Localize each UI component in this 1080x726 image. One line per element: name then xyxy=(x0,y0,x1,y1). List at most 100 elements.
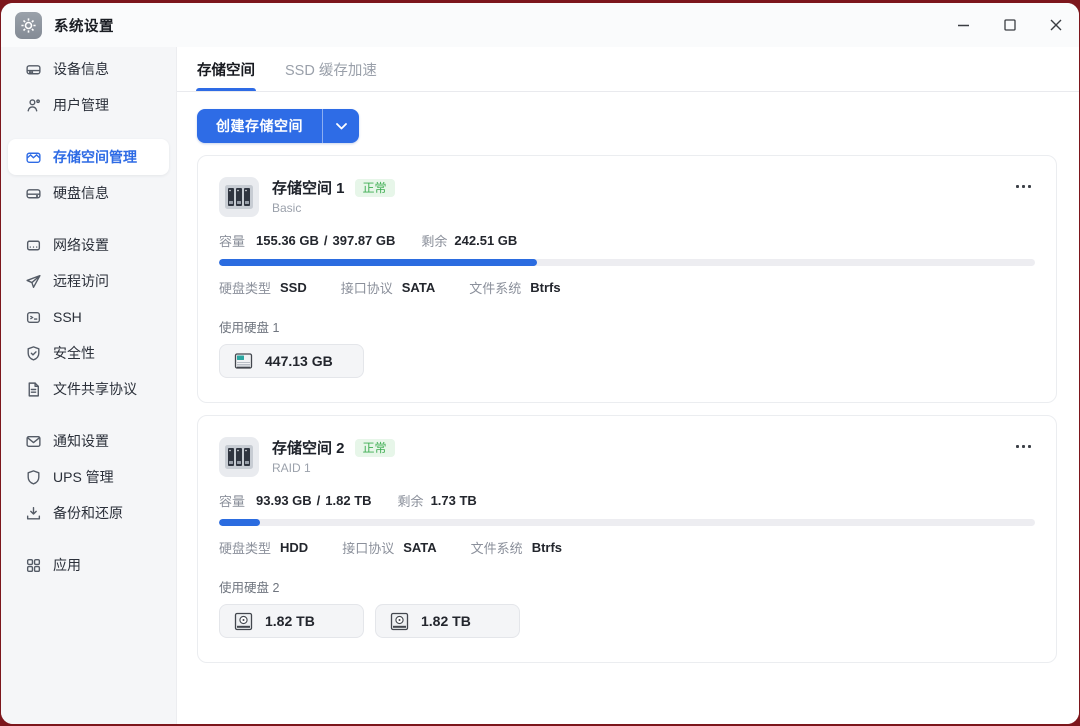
document-icon xyxy=(25,381,42,398)
titlebar: 系统设置 xyxy=(1,3,1079,47)
sidebar-item-network-settings[interactable]: 网络设置 xyxy=(8,227,169,263)
hdd-drive-icon xyxy=(388,610,411,633)
disk-chip[interactable]: 1.82 TB xyxy=(375,604,520,638)
disk-size: 1.82 TB xyxy=(265,613,315,629)
storage-content: 创建存储空间 存储空间 1 正常 xyxy=(177,92,1079,724)
sidebar-item-label: 存储空间管理 xyxy=(53,147,137,167)
sidebar-item-ssh[interactable]: SSH xyxy=(8,299,169,335)
spec-value: SATA xyxy=(403,540,436,555)
tab-storage-space[interactable]: 存储空间 xyxy=(197,47,255,91)
shield-check-icon xyxy=(25,345,42,362)
disk-chip[interactable]: 447.13 GB xyxy=(219,344,364,378)
download-tray-icon xyxy=(25,505,42,522)
capacity-used: 155.36 GB xyxy=(256,233,319,248)
ssd-drive-icon xyxy=(232,350,255,373)
spec-label: 接口协议 xyxy=(341,278,393,297)
sidebar-item-backup-restore[interactable]: 备份和还原 xyxy=(8,495,169,531)
spec-label: 硬盘类型 xyxy=(219,278,271,297)
minimize-button[interactable] xyxy=(956,18,971,33)
storage-pool-card-1: 存储空间 1 正常 Basic 容量 155.36 GB / 397.87 GB… xyxy=(197,155,1057,403)
hdd-drive-icon xyxy=(232,610,255,633)
capacity-separator: / xyxy=(317,493,321,508)
sidebar-item-label: 应用 xyxy=(53,555,81,575)
disk-icon xyxy=(25,185,42,202)
remaining-label: 剩余 xyxy=(398,491,424,510)
sidebar-item-label: SSH xyxy=(53,309,82,325)
sidebar-item-user-management[interactable]: 用户管理 xyxy=(8,87,169,123)
pool-name: 存储空间 2 xyxy=(272,437,345,458)
sidebar-item-file-sharing[interactable]: 文件共享协议 xyxy=(8,371,169,407)
sidebar-item-label: 用户管理 xyxy=(53,95,109,115)
capacity-total: 397.87 GB xyxy=(333,233,396,248)
users-icon xyxy=(25,97,42,114)
spec-value: HDD xyxy=(280,540,308,555)
tab-label: SSD 缓存加速 xyxy=(285,59,377,80)
tab-label: 存储空间 xyxy=(197,59,255,80)
sidebar-item-storage-management[interactable]: 存储空间管理 xyxy=(8,139,169,175)
network-icon xyxy=(25,237,42,254)
sidebar-item-label: 网络设置 xyxy=(53,235,109,255)
disks-used-count: 1 xyxy=(273,321,280,335)
sidebar-item-disk-info[interactable]: 硬盘信息 xyxy=(8,175,169,211)
spec-label: 文件系统 xyxy=(469,278,521,297)
close-button[interactable] xyxy=(1048,18,1063,33)
spec-value: Btrfs xyxy=(532,540,562,555)
tab-ssd-cache[interactable]: SSD 缓存加速 xyxy=(285,47,377,91)
usage-progress-bar xyxy=(219,259,1035,266)
pool-raid-type: Basic xyxy=(272,201,395,215)
disk-size: 447.13 GB xyxy=(265,353,333,369)
storage-icon xyxy=(25,149,42,166)
disks-used-count: 2 xyxy=(273,581,280,595)
sidebar-item-applications[interactable]: 应用 xyxy=(8,547,169,583)
sidebar-item-security[interactable]: 安全性 xyxy=(8,335,169,371)
sidebar-item-remote-access[interactable]: 远程访问 xyxy=(8,263,169,299)
pool-name: 存储空间 1 xyxy=(272,177,345,198)
capacity-label: 容量 xyxy=(219,491,245,510)
sidebar-item-notification-settings[interactable]: 通知设置 xyxy=(8,423,169,459)
usage-progress-bar xyxy=(219,519,1035,526)
apps-grid-icon xyxy=(25,557,42,574)
remaining-label: 剩余 xyxy=(421,231,447,250)
settings-window: 系统设置 设备信息 xyxy=(1,3,1079,724)
sidebar: 设备信息 用户管理 存储空间管理 xyxy=(1,47,177,724)
sidebar-item-device-info[interactable]: 设备信息 xyxy=(8,51,169,87)
spec-label: 接口协议 xyxy=(342,538,394,557)
sidebar-item-label: 远程访问 xyxy=(53,271,109,291)
more-options-button[interactable] xyxy=(1012,177,1035,196)
sidebar-item-label: 文件共享协议 xyxy=(53,379,137,399)
nas-device-icon xyxy=(219,177,259,217)
capacity-used: 93.93 GB xyxy=(256,493,312,508)
capacity-label: 容量 xyxy=(219,231,245,250)
sidebar-item-label: 设备信息 xyxy=(53,59,109,79)
remaining-value: 1.73 TB xyxy=(431,493,477,508)
spec-value: SSD xyxy=(280,280,307,295)
status-badge: 正常 xyxy=(355,179,395,197)
shield-icon xyxy=(25,469,42,486)
spec-value: SATA xyxy=(402,280,435,295)
create-storage-dropdown-button[interactable] xyxy=(323,109,359,143)
disk-size: 1.82 TB xyxy=(421,613,471,629)
disk-chip[interactable]: 1.82 TB xyxy=(219,604,364,638)
capacity-total: 1.82 TB xyxy=(325,493,371,508)
create-storage-split-button: 创建存储空间 xyxy=(197,109,359,143)
spec-label: 硬盘类型 xyxy=(219,538,271,557)
chevron-down-icon xyxy=(336,123,347,130)
sidebar-item-ups-management[interactable]: UPS 管理 xyxy=(8,459,169,495)
device-icon xyxy=(25,61,42,78)
spec-label: 文件系统 xyxy=(471,538,523,557)
mail-icon xyxy=(25,433,42,450)
active-tab-underline xyxy=(196,88,256,91)
maximize-button[interactable] xyxy=(1002,18,1017,33)
pool-raid-type: RAID 1 xyxy=(272,461,395,475)
create-storage-button[interactable]: 创建存储空间 xyxy=(197,109,323,143)
app-gear-icon xyxy=(15,12,42,39)
more-options-button[interactable] xyxy=(1012,437,1035,456)
sidebar-item-label: UPS 管理 xyxy=(53,467,114,487)
sidebar-item-label: 安全性 xyxy=(53,343,95,363)
nas-device-icon xyxy=(219,437,259,477)
usage-progress-fill xyxy=(219,519,260,526)
status-badge: 正常 xyxy=(355,439,395,457)
terminal-icon xyxy=(25,309,42,326)
storage-pool-card-2: 存储空间 2 正常 RAID 1 容量 93.93 GB / 1.82 TB 剩… xyxy=(197,415,1057,663)
tab-bar: 存储空间 SSD 缓存加速 xyxy=(177,47,1079,92)
